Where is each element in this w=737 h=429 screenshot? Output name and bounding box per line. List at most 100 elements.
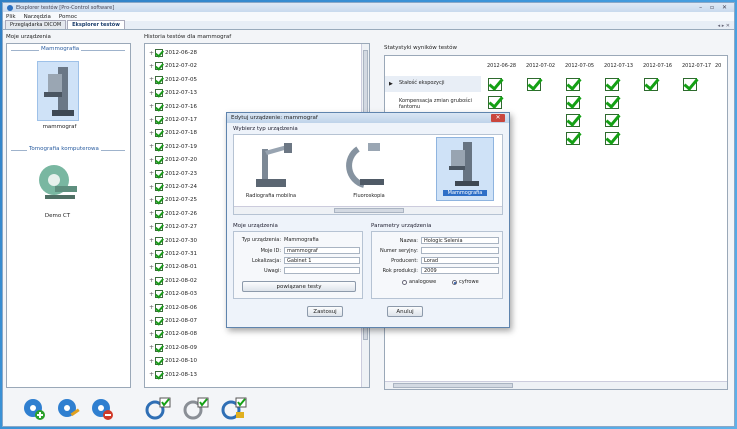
device-mammograf-label[interactable]: mammograf <box>37 124 82 130</box>
history-row[interactable]: +2012-07-23 <box>149 169 197 179</box>
device-ct-tile[interactable] <box>37 162 79 202</box>
history-row[interactable]: +2012-07-18 <box>149 128 197 138</box>
check-icon <box>155 250 163 258</box>
history-row[interactable]: +2012-08-02 <box>149 276 197 286</box>
pass-check-icon[interactable] <box>605 114 619 127</box>
history-row[interactable]: +2012-07-25 <box>149 195 197 205</box>
test-report-icon[interactable] <box>221 397 247 420</box>
window-controls[interactable]: – ▫ ✕ <box>699 4 730 11</box>
stats-column-header: 2012-07-05 <box>565 63 595 69</box>
history-row[interactable]: +2012-07-02 <box>149 61 197 71</box>
stats-column-header: 2012-07-16 <box>643 63 673 69</box>
pass-check-icon[interactable] <box>683 78 697 91</box>
history-row[interactable]: +2012-07-16 <box>149 102 197 112</box>
menu-help[interactable]: Pomoc <box>59 14 77 20</box>
tab-test-explorer[interactable]: Eksplorer testów <box>67 20 125 29</box>
test-actions-icons <box>145 397 247 420</box>
location-input[interactable]: Gabinet 1 <box>284 257 360 264</box>
add-device-icon[interactable] <box>24 399 45 420</box>
history-row[interactable]: +2012-08-08 <box>149 329 197 339</box>
history-row[interactable]: +2012-08-06 <box>149 303 197 313</box>
pass-check-icon[interactable] <box>566 78 580 91</box>
history-row[interactable]: +2012-07-26 <box>149 209 197 219</box>
pass-check-icon[interactable] <box>605 96 619 109</box>
serial-input[interactable] <box>421 247 499 254</box>
check-icon <box>155 263 163 272</box>
pass-check-icon[interactable] <box>566 132 580 145</box>
pass-check-icon[interactable] <box>566 114 580 127</box>
edit-device-dialog: Edytuj urządzenie: mammograf ✕ Wybierz t… <box>226 112 510 328</box>
check-icon <box>155 290 163 299</box>
history-row[interactable]: +2012-07-05 <box>149 75 197 85</box>
type-fluoroscopy[interactable]: Fluoroskopia <box>340 139 398 199</box>
menu-tools[interactable]: Narzędzia <box>24 14 51 20</box>
stats-hscrollbar[interactable] <box>385 381 727 389</box>
my-id-input[interactable]: mammograf <box>284 247 360 254</box>
name-input[interactable]: Hologic Selenia <box>421 237 499 244</box>
pass-check-icon[interactable] <box>566 96 580 109</box>
notes-input[interactable] <box>284 267 360 274</box>
history-row[interactable]: +2012-07-24 <box>149 182 197 192</box>
history-row[interactable]: +2012-08-13 <box>149 370 197 380</box>
device-ct-label[interactable]: Demo CT <box>35 213 80 219</box>
test-settings-icon[interactable] <box>183 397 209 420</box>
history-date: 2012-07-23 <box>165 170 197 177</box>
history-date: 2012-07-30 <box>165 237 197 244</box>
check-icon <box>155 142 163 151</box>
history-row[interactable]: +2012-07-20 <box>149 155 197 165</box>
type-mammography[interactable]: Mammografia <box>436 137 494 201</box>
mobile-radiography-icon <box>256 143 292 187</box>
stats-row-label[interactable]: Stałość ekspozycji <box>399 80 479 86</box>
history-title: Historia testów dla mammograf <box>144 34 232 40</box>
device-mammograf-tile[interactable] <box>37 61 79 121</box>
type-mobile-radiography[interactable]: Radiografia mobilna <box>242 139 300 199</box>
history-row[interactable]: +2012-06-28 <box>149 48 197 58</box>
check-icon <box>155 116 163 124</box>
stats-column-header: 2012-07-17 <box>682 63 712 69</box>
check-icon <box>155 303 163 312</box>
history-row[interactable]: +2012-08-09 <box>149 343 197 353</box>
radio-analog[interactable]: analogowe <box>402 279 436 285</box>
history-date: 2012-07-02 <box>165 63 197 70</box>
field-notes: Uwagi: <box>236 267 360 274</box>
field-serial: Numer seryjny: <box>374 247 499 254</box>
tab-controls[interactable]: ◂ ▸ ✕ <box>718 23 730 29</box>
check-icon <box>155 62 163 71</box>
pass-check-icon[interactable] <box>488 96 502 109</box>
check-icon <box>155 156 163 165</box>
history-row[interactable]: +2012-07-13 <box>149 88 197 98</box>
dialog-close-button[interactable]: ✕ <box>491 114 505 122</box>
title-bar: Eksplorer testów [Pro-Control software] … <box>3 3 734 12</box>
history-row[interactable]: +2012-07-31 <box>149 249 197 259</box>
radio-digital-button[interactable] <box>452 279 457 285</box>
history-row[interactable]: +2012-07-27 <box>149 222 197 232</box>
cancel-button[interactable]: Anuluj <box>387 306 423 317</box>
pass-check-icon[interactable] <box>644 78 658 91</box>
tab-strip: Przeglądarka DICOM Eksplorer testów ◂ ▸ … <box>3 20 734 30</box>
type-label: Radiografia mobilna <box>245 193 297 199</box>
radio-analog-button[interactable] <box>402 279 407 285</box>
remove-device-icon[interactable] <box>92 399 113 420</box>
apply-button[interactable]: Zastosuj <box>307 306 343 317</box>
pass-check-icon[interactable] <box>527 78 541 91</box>
history-row[interactable]: +2012-08-03 <box>149 289 197 299</box>
year-input[interactable]: 2009 <box>421 267 499 274</box>
stats-row-label[interactable]: Kompensacja zmian grubości fantomu <box>399 98 479 110</box>
tab-dicom-viewer[interactable]: Przeglądarka DICOM <box>5 20 67 29</box>
history-row[interactable]: +2012-07-30 <box>149 236 197 246</box>
edit-device-icon[interactable] <box>58 399 80 417</box>
related-tests-button[interactable]: powiązane testy <box>242 281 356 292</box>
history-row[interactable]: +2012-08-10 <box>149 356 197 366</box>
radio-digital[interactable]: cyfrowe <box>452 279 479 285</box>
new-test-icon[interactable] <box>145 397 171 420</box>
history-row[interactable]: +2012-07-19 <box>149 142 197 152</box>
manufacturer-input[interactable]: Lorad <box>421 257 499 264</box>
history-row[interactable]: +2012-08-01 <box>149 262 197 272</box>
history-row[interactable]: +2012-07-17 <box>149 115 197 125</box>
type-scrollbar[interactable] <box>234 206 502 214</box>
menu-file[interactable]: Plik <box>6 14 16 20</box>
pass-check-icon[interactable] <box>488 78 502 91</box>
history-row[interactable]: +2012-08-07 <box>149 316 197 326</box>
pass-check-icon[interactable] <box>605 132 619 145</box>
pass-check-icon[interactable] <box>605 78 619 91</box>
